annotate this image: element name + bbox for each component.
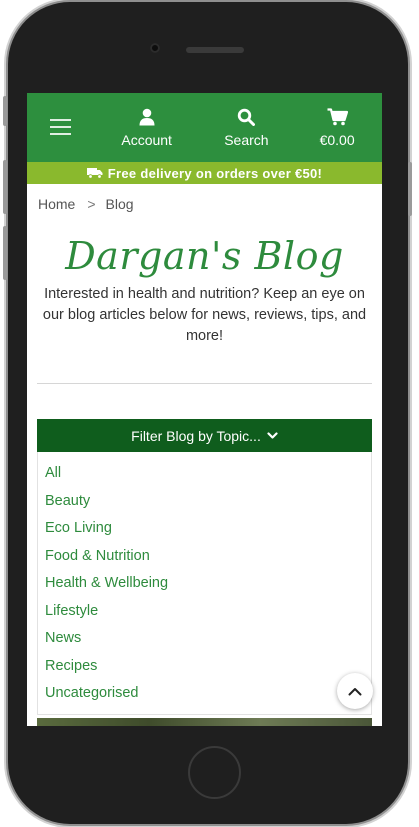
truck-icon <box>86 168 103 179</box>
search-label: Search <box>224 131 269 148</box>
search-icon <box>238 108 256 126</box>
volume-up-button <box>3 160 7 214</box>
site-header: Account Search €0.00 <box>27 93 382 162</box>
scroll-to-top-button[interactable] <box>337 673 373 709</box>
breadcrumb-home[interactable]: Home <box>38 196 75 212</box>
front-camera <box>150 43 160 53</box>
filter-option-recipes[interactable]: Recipes <box>38 653 371 681</box>
breadcrumb-current: Blog <box>105 196 134 212</box>
filter-option-news[interactable]: News <box>38 625 371 653</box>
promo-banner: Free delivery on orders over €50! <box>27 162 382 184</box>
power-button <box>408 162 412 216</box>
account-link[interactable]: Account <box>93 93 201 162</box>
filter-option-lifestyle[interactable]: Lifestyle <box>38 598 371 626</box>
mute-switch <box>3 96 7 126</box>
volume-down-button <box>3 226 7 280</box>
filter-label: Filter Blog by Topic... <box>131 427 261 444</box>
filter-option-health-wellbeing[interactable]: Health & Wellbeing <box>38 570 371 598</box>
page-title: Dargan's Blog <box>65 234 344 278</box>
filter-option-beauty[interactable]: Beauty <box>38 488 371 516</box>
filter-options-list: All Beauty Eco Living Food & Nutrition H… <box>37 452 372 715</box>
promo-text: Free delivery on orders over €50! <box>107 165 323 181</box>
breadcrumb: Home > Blog <box>27 184 382 220</box>
page-intro: Interested in health and nutrition? Keep… <box>42 286 367 344</box>
cart-total: €0.00 <box>319 131 355 148</box>
account-label: Account <box>121 131 172 148</box>
hamburger-menu-icon[interactable] <box>27 93 93 162</box>
chevron-down-icon <box>267 431 278 439</box>
cart-icon <box>327 107 348 125</box>
cart-link[interactable]: €0.00 <box>292 93 382 162</box>
chevron-up-icon <box>348 687 362 695</box>
home-button[interactable] <box>188 746 241 799</box>
earpiece-speaker <box>186 47 244 53</box>
blog-post-image <box>37 718 372 726</box>
filter-dropdown-button[interactable]: Filter Blog by Topic... <box>37 419 372 452</box>
search-link[interactable]: Search <box>201 93 293 162</box>
phone-screen: Account Search €0.00 Free delivery on or… <box>27 93 382 726</box>
filter-option-uncategorised[interactable]: Uncategorised <box>38 680 371 708</box>
breadcrumb-separator: > <box>87 196 96 212</box>
user-icon <box>139 108 155 125</box>
divider <box>37 383 372 384</box>
filter-option-eco-living[interactable]: Eco Living <box>38 515 371 543</box>
filter-option-food-nutrition[interactable]: Food & Nutrition <box>38 543 371 571</box>
filter-option-all[interactable]: All <box>38 460 371 488</box>
